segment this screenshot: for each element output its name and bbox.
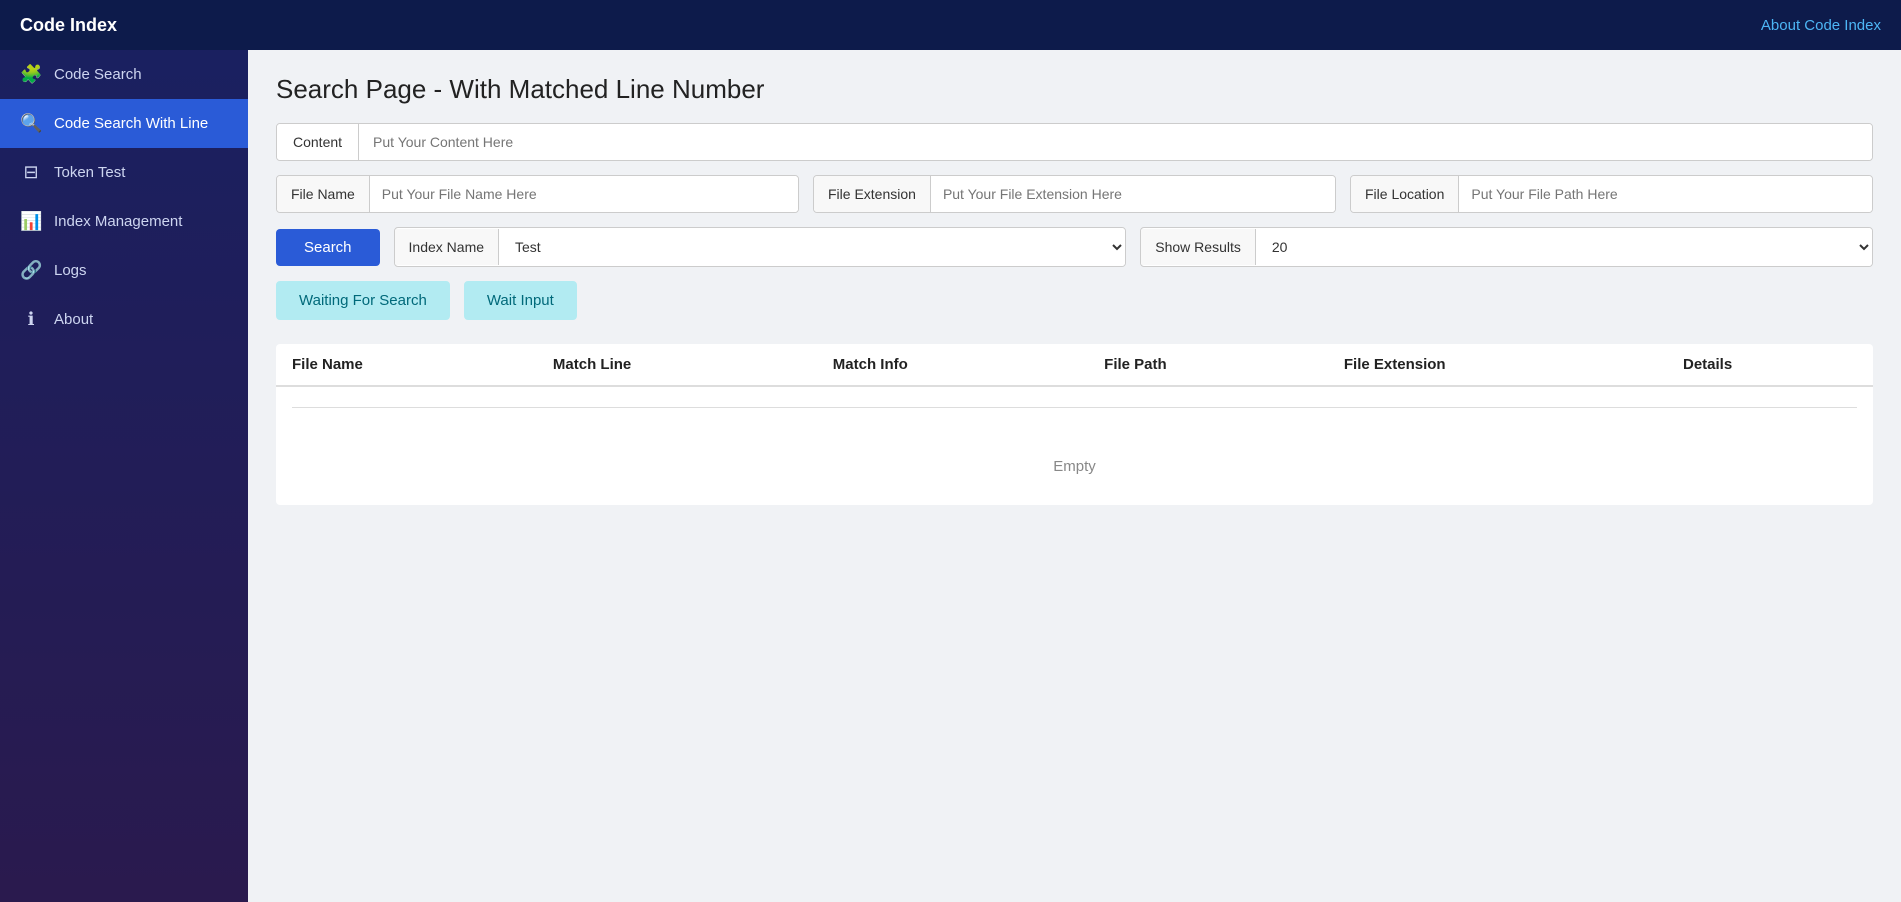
file-extension-group: File Extension [813,175,1336,213]
table-empty-row: Empty [276,428,1873,505]
file-location-input[interactable] [1459,176,1872,212]
index-name-group: Index Name Test Default Production [394,227,1127,267]
empty-text: Empty [276,428,1873,505]
file-location-group: File Location [1350,175,1873,213]
content-label: Content [277,124,359,160]
show-results-group: Show Results 10 20 50 100 [1140,227,1873,267]
sidebar-item-about[interactable]: ℹ About [0,295,248,344]
content-area: Search Page - With Matched Line Number C… [248,50,1901,902]
file-location-label: File Location [1351,176,1459,212]
index-name-select[interactable]: Test Default Production [499,228,1125,266]
index-name-label: Index Name [395,229,499,265]
sidebar-item-logs[interactable]: 🔗 Logs [0,246,248,295]
link-icon: 🔗 [20,260,42,281]
sidebar-item-token-test-label: Token Test [54,164,125,181]
search-icon: 🔍 [20,113,42,134]
main-layout: 🧩 Code Search 🔍 Code Search With Line ⊟ … [0,50,1901,902]
page-title: Search Page - With Matched Line Number [276,74,1873,105]
sidebar-item-about-label: About [54,311,93,328]
file-extension-input[interactable] [931,176,1335,212]
sidebar-item-code-search[interactable]: 🧩 Code Search [0,50,248,99]
sidebar-item-code-search-with-line-label: Code Search With Line [54,115,208,132]
info-icon: ℹ [20,309,42,330]
sidebar: 🧩 Code Search 🔍 Code Search With Line ⊟ … [0,50,248,902]
col-file-path: File Path [1088,344,1328,386]
waiting-status-badge: Waiting For Search [276,281,450,320]
status-row: Waiting For Search Wait Input [276,281,1873,320]
show-results-label: Show Results [1141,229,1256,265]
results-table: File Name Match Line Match Info File Pat… [276,344,1873,505]
wait-input-badge: Wait Input [464,281,577,320]
col-match-info: Match Info [817,344,1088,386]
sidebar-item-logs-label: Logs [54,262,87,279]
file-extension-label: File Extension [814,176,931,212]
file-name-input[interactable] [370,176,798,212]
show-results-select[interactable]: 10 20 50 100 [1256,228,1872,266]
fields-row: File Name File Extension File Location [276,175,1873,213]
col-file-extension: File Extension [1328,344,1667,386]
col-file-name: File Name [276,344,537,386]
content-row: Content [276,123,1873,161]
file-name-label: File Name [277,176,370,212]
sidebar-item-code-search-label: Code Search [54,66,142,83]
chart-icon: 📊 [20,211,42,232]
app-title: Code Index [20,15,117,36]
top-header: Code Index About Code Index [0,0,1901,50]
token-icon: ⊟ [20,162,42,183]
file-name-group: File Name [276,175,799,213]
sidebar-item-code-search-with-line[interactable]: 🔍 Code Search With Line [0,99,248,148]
search-row: Search Index Name Test Default Productio… [276,227,1873,267]
search-button[interactable]: Search [276,229,380,266]
sidebar-item-token-test[interactable]: ⊟ Token Test [0,148,248,197]
sidebar-item-index-management-label: Index Management [54,213,182,230]
content-input[interactable] [359,124,1872,160]
about-code-index-link[interactable]: About Code Index [1761,17,1881,34]
col-match-line: Match Line [537,344,817,386]
puzzle-icon: 🧩 [20,64,42,85]
col-details: Details [1667,344,1873,386]
sidebar-item-index-management[interactable]: 📊 Index Management [0,197,248,246]
